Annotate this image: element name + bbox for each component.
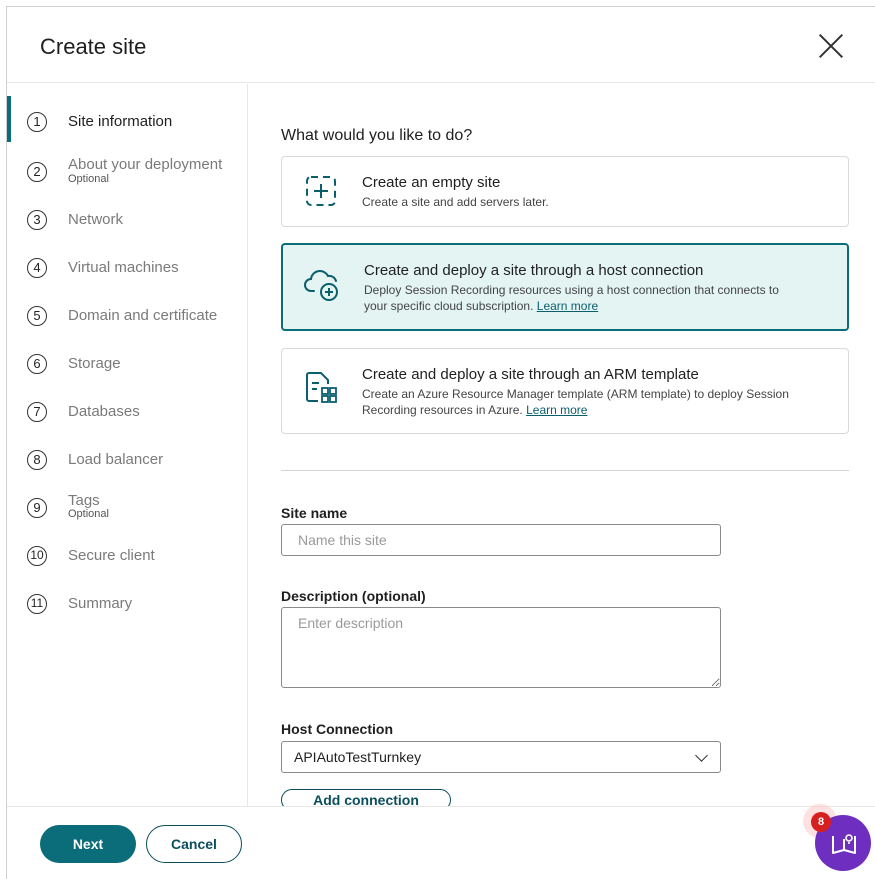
learn-more-link[interactable]: Learn more xyxy=(526,403,587,417)
step-databases[interactable]: 7 Databases xyxy=(7,396,248,436)
step-secure-client[interactable]: 10 Secure client xyxy=(7,540,248,580)
step-number: 10 xyxy=(27,546,47,566)
step-number: 9 xyxy=(27,498,47,518)
step-number: 3 xyxy=(27,210,47,230)
dialog-footer: Next Cancel xyxy=(7,806,875,879)
step-summary[interactable]: 11 Summary xyxy=(7,588,248,628)
step-label: Load balancer xyxy=(68,451,164,468)
dialog-header: Create site xyxy=(7,7,875,83)
step-virtual-machines[interactable]: 4 Virtual machines xyxy=(7,252,248,292)
step-label: Databases xyxy=(68,403,140,420)
option-description: Create a site and add servers later. xyxy=(362,195,549,209)
chevron-down-icon xyxy=(695,749,708,762)
create-site-dialog: Create site 1 Site information 2 About y… xyxy=(6,6,875,879)
step-about-your-deployment[interactable]: 2 About your deployment Optional xyxy=(7,152,248,192)
step-label: Storage xyxy=(68,355,121,372)
dashed-add-icon xyxy=(306,176,336,206)
step-label: Domain and certificate xyxy=(68,307,218,324)
step-number: 6 xyxy=(27,354,47,374)
option-create-empty-site[interactable]: Create an empty site Create a site and a… xyxy=(281,156,849,227)
host-connection-select[interactable]: APIAutoTestTurnkey xyxy=(281,741,721,773)
step-number: 11 xyxy=(27,594,47,614)
step-optional-tag: Optional xyxy=(68,173,109,185)
guide-book-icon xyxy=(832,834,856,854)
step-label: Site information xyxy=(68,113,173,130)
dialog-title: Create site xyxy=(40,34,147,59)
step-storage[interactable]: 6 Storage xyxy=(7,348,248,388)
cloud-add-icon xyxy=(304,270,338,301)
section-divider xyxy=(281,470,849,471)
step-number: 8 xyxy=(27,450,47,470)
template-icon xyxy=(306,372,337,403)
step-label: About your deployment xyxy=(68,156,223,173)
wizard-steps: 1 Site information 2 About your deployme… xyxy=(7,84,248,806)
host-connection-value: APIAutoTestTurnkey xyxy=(294,749,422,765)
cancel-button[interactable]: Cancel xyxy=(146,825,242,863)
step-domain-and-certificate[interactable]: 5 Domain and certificate xyxy=(7,300,248,340)
step-network[interactable]: 3 Network xyxy=(7,204,248,244)
step-tags[interactable]: 9 Tags Optional xyxy=(7,488,248,528)
description-label: Description (optional) xyxy=(281,588,426,604)
step-number: 2 xyxy=(27,162,47,182)
option-deploy-arm-template[interactable]: Create and deploy a site through an ARM … xyxy=(281,348,849,434)
option-description-line: Deploy Session Recording resources using… xyxy=(364,283,779,297)
next-button[interactable]: Next xyxy=(40,825,136,863)
option-title: Create and deploy a site through an ARM … xyxy=(362,366,699,383)
option-deploy-host-connection[interactable]: Create and deploy a site through a host … xyxy=(281,243,849,331)
step-site-information[interactable]: 1 Site information xyxy=(7,108,248,148)
step-label: Network xyxy=(68,211,124,228)
close-icon[interactable] xyxy=(818,33,844,59)
step-label: Summary xyxy=(68,595,133,612)
site-name-input[interactable] xyxy=(281,524,721,556)
step-number: 5 xyxy=(27,306,47,326)
step-label: Secure client xyxy=(68,547,155,564)
option-description-line: your specific cloud subscription. xyxy=(364,299,534,313)
option-description: Create an Azure Resource Manager templat… xyxy=(362,386,789,418)
option-title: Create an empty site xyxy=(362,174,501,191)
option-description-line: Create an Azure Resource Manager templat… xyxy=(362,387,789,401)
option-description: Deploy Session Recording resources using… xyxy=(364,282,779,314)
step-number: 4 xyxy=(27,258,47,278)
add-connection-button[interactable]: Add connection xyxy=(281,789,451,806)
step-number: 7 xyxy=(27,402,47,422)
notification-badge: 8 xyxy=(811,812,831,832)
option-description-line: Recording resources in Azure. xyxy=(362,403,523,417)
site-name-label: Site name xyxy=(281,505,348,521)
site-information-panel: What would you like to do? Create an emp… xyxy=(249,84,875,806)
step-load-balancer[interactable]: 8 Load balancer xyxy=(7,444,248,484)
step-optional-tag: Optional xyxy=(68,508,109,520)
description-textarea[interactable] xyxy=(281,607,721,688)
option-title: Create and deploy a site through a host … xyxy=(364,262,704,279)
step-number: 1 xyxy=(27,112,47,132)
action-question: What would you like to do? xyxy=(281,127,473,144)
step-label: Tags xyxy=(68,492,100,509)
step-label: Virtual machines xyxy=(68,259,179,276)
host-connection-label: Host Connection xyxy=(281,721,393,737)
learn-more-link[interactable]: Learn more xyxy=(537,299,598,313)
